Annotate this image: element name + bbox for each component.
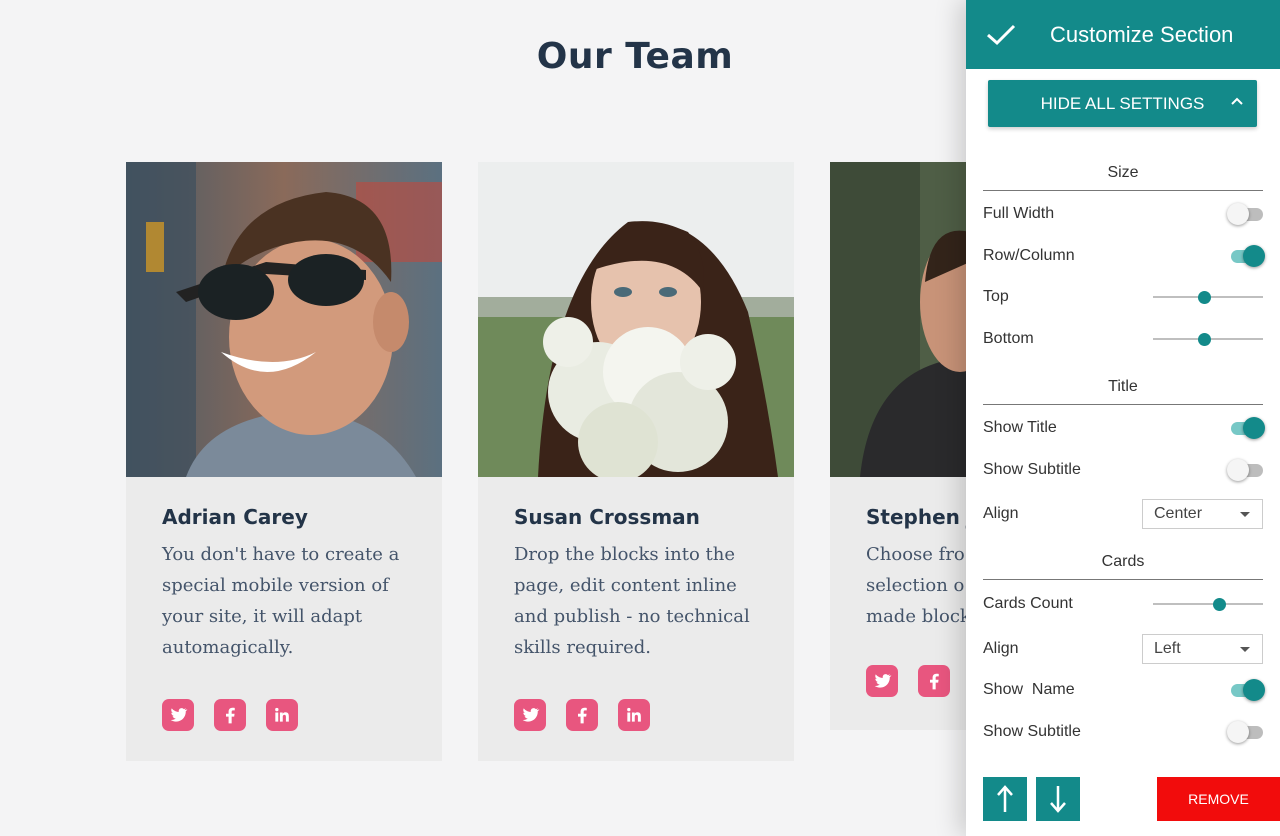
- row-column-toggle[interactable]: [1227, 244, 1265, 268]
- setting-label: Row/Column: [983, 247, 1075, 264]
- setting-label: Show Subtitle: [983, 723, 1081, 740]
- bottom-slider[interactable]: [1153, 329, 1263, 349]
- team-member-name: Adrian Carey: [162, 505, 308, 529]
- twitter-icon[interactable]: [866, 665, 898, 697]
- linkedin-icon[interactable]: [266, 699, 298, 731]
- setting-show-title: Show Title: [983, 413, 1265, 443]
- full-width-toggle[interactable]: [1227, 202, 1263, 226]
- check-icon[interactable]: [966, 0, 1036, 69]
- setting-show-name: Show Name: [983, 675, 1265, 705]
- twitter-icon[interactable]: [514, 699, 546, 731]
- setting-row-column: Row/Column: [983, 241, 1265, 271]
- setting-label: Full Width: [983, 205, 1055, 222]
- facebook-icon[interactable]: [918, 665, 950, 697]
- cards-count-slider[interactable]: [1153, 594, 1263, 614]
- show-name-toggle[interactable]: [1227, 678, 1265, 702]
- top-slider[interactable]: [1153, 287, 1263, 307]
- facebook-icon[interactable]: [566, 699, 598, 731]
- group-title-title: Title: [983, 378, 1263, 405]
- setting-cards-align: Align Left: [983, 634, 1263, 664]
- hide-all-settings-button[interactable]: HIDE ALL SETTINGS: [988, 80, 1257, 127]
- arrow-down-icon: [1050, 786, 1066, 813]
- setting-label: Align: [983, 640, 1019, 657]
- team-member-name: Susan Crossman: [514, 505, 700, 529]
- setting-show-card-subtitle: Show Subtitle: [983, 717, 1263, 747]
- setting-label: Cards Count: [983, 595, 1073, 612]
- setting-label: Show Name: [983, 681, 1075, 698]
- select-value: Center: [1154, 505, 1203, 522]
- cards-align-select[interactable]: Left: [1142, 634, 1263, 664]
- chevron-up-icon: [1231, 92, 1243, 112]
- select-value: Left: [1154, 640, 1181, 657]
- setting-label: Show Subtitle: [983, 461, 1081, 478]
- move-up-button[interactable]: [983, 777, 1027, 821]
- team-card: Susan Crossman Drop the blocks into the …: [478, 162, 794, 761]
- setting-full-width: Full Width: [983, 199, 1263, 229]
- team-member-description: Drop the blocks into the page, edit cont…: [514, 544, 750, 658]
- twitter-icon[interactable]: [162, 699, 194, 731]
- group-title-size: Size: [983, 164, 1263, 191]
- team-card: Adrian Carey You don't have to create a …: [126, 162, 442, 761]
- team-member-photo: [126, 162, 442, 477]
- caret-down-icon: [1240, 511, 1250, 517]
- panel-header: Customize Section: [966, 0, 1280, 69]
- customize-panel: Customize Section HIDE ALL SETTINGS Size…: [966, 0, 1280, 836]
- move-down-button[interactable]: [1036, 777, 1080, 821]
- show-subtitle-toggle[interactable]: [1227, 458, 1263, 482]
- setting-label: Align: [983, 505, 1019, 522]
- team-member-description: You don't have to create a special mobil…: [162, 544, 400, 658]
- facebook-icon[interactable]: [214, 699, 246, 731]
- setting-top: Top: [983, 282, 1263, 312]
- title-align-select[interactable]: Center: [1142, 499, 1263, 529]
- remove-button[interactable]: REMOVE: [1157, 777, 1280, 821]
- group-title-cards: Cards: [983, 553, 1263, 580]
- caret-down-icon: [1240, 646, 1250, 652]
- team-member-photo: [478, 162, 794, 477]
- setting-title-align: Align Center: [983, 499, 1263, 529]
- show-title-toggle[interactable]: [1227, 416, 1265, 440]
- setting-cards-count: Cards Count: [983, 589, 1263, 619]
- team-member-description: Choose fro selection o made block: [866, 544, 971, 627]
- arrow-up-icon: [997, 785, 1013, 812]
- linkedin-icon[interactable]: [618, 699, 650, 731]
- panel-title: Customize Section: [1050, 21, 1234, 47]
- setting-show-subtitle: Show Subtitle: [983, 455, 1263, 485]
- setting-label: Bottom: [983, 330, 1034, 347]
- hide-all-settings-label: HIDE ALL SETTINGS: [1040, 93, 1205, 113]
- setting-bottom: Bottom: [983, 324, 1263, 354]
- setting-label: Show Title: [983, 419, 1057, 436]
- setting-label: Top: [983, 288, 1009, 305]
- show-card-subtitle-toggle[interactable]: [1227, 720, 1263, 744]
